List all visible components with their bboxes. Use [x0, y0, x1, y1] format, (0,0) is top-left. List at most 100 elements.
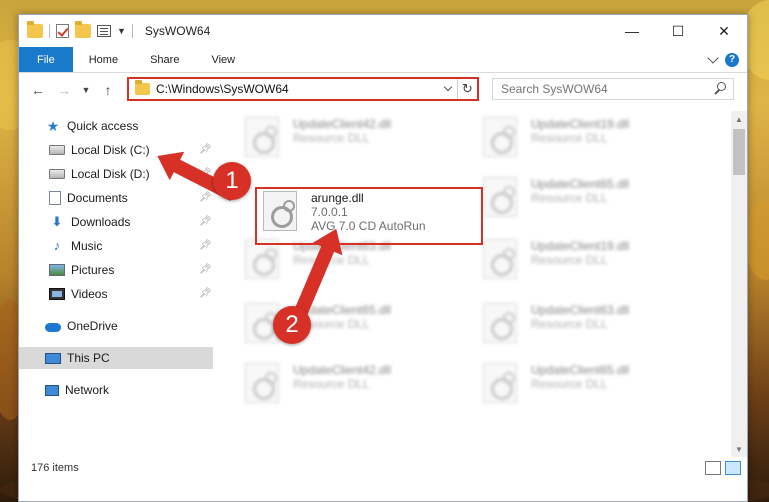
dll-file-icon	[483, 303, 517, 343]
vertical-scrollbar[interactable]: ▲ ▼	[731, 111, 747, 457]
sidebar-item-label: OneDrive	[67, 319, 118, 333]
file-name: UpdateClient42.dll	[293, 117, 392, 131]
toolbar-divider	[49, 24, 50, 38]
address-dropdown-icon[interactable]	[439, 82, 457, 92]
sidebar-item-music[interactable]: ♪ Music 📌︎	[19, 235, 213, 257]
minimize-button[interactable]: —	[609, 15, 655, 47]
dll-file-icon	[245, 363, 279, 403]
dll-file-icon	[483, 363, 517, 403]
explorer-window: ▼ SysWOW64 — ☐ ✕ File Home Share View ? …	[18, 14, 748, 502]
list-item[interactable]: UpdateClient19.dll Resource DLL	[483, 239, 713, 283]
scroll-down-arrow-icon[interactable]: ▼	[731, 441, 747, 457]
sidebar-item-pictures[interactable]: Pictures 📌︎	[19, 259, 213, 281]
back-arrow-icon[interactable]: ←	[27, 79, 49, 101]
step-1-badge: 1	[213, 162, 251, 200]
details-view-icon[interactable]	[705, 461, 721, 475]
sidebar-item-videos[interactable]: Videos 📌︎	[19, 283, 213, 305]
folder-icon[interactable]	[27, 21, 43, 38]
list-item[interactable]: UpdateClient65.dll Resource DLL	[483, 177, 713, 221]
up-arrow-icon[interactable]: ↑	[97, 79, 119, 101]
recent-locations-dropdown-icon[interactable]: ▼	[75, 79, 97, 101]
expand-ribbon-chevron-icon[interactable]	[707, 51, 719, 64]
navigation-row: ← → ▼ ↑ C:\Windows\SysWOW64 ↻	[19, 75, 747, 105]
window-controls: — ☐ ✕	[609, 15, 747, 47]
music-icon: ♪	[53, 238, 61, 253]
tab-view[interactable]: View	[195, 47, 251, 72]
file-type: Resource DLL	[293, 131, 370, 145]
new-folder-icon[interactable]	[75, 21, 91, 38]
network-icon	[45, 384, 59, 396]
sidebar-item-label: Local Disk (C:)	[71, 143, 150, 157]
list-item[interactable]: UpdateClient63.dllResource DLL	[245, 239, 475, 283]
dll-file-icon	[483, 239, 517, 279]
sidebar-item-label: Network	[65, 383, 110, 397]
file-type: Resource DLL	[531, 131, 608, 145]
scroll-up-arrow-icon[interactable]: ▲	[731, 111, 747, 127]
item-count: 176 items	[31, 462, 79, 474]
sidebar-item-this-pc[interactable]: This PC	[19, 347, 213, 369]
computer-icon	[45, 352, 61, 364]
properties-icon[interactable]	[97, 25, 111, 37]
search-box[interactable]	[492, 78, 734, 100]
list-item[interactable]: UpdateClient63.dllResource DLL	[483, 303, 713, 347]
refresh-icon[interactable]: ↻	[457, 79, 477, 99]
sidebar-item-quick-access[interactable]: ★ Quick access	[19, 115, 213, 137]
list-item[interactable]: UpdateClient65.dll Resource DLL	[483, 363, 713, 407]
file-type: Resource DLL	[293, 377, 370, 391]
sidebar-item-label: Local Disk (D:)	[71, 167, 150, 181]
document-icon	[49, 191, 61, 205]
step-2-badge: 2	[273, 306, 311, 344]
file-type: Resource DLL	[531, 191, 608, 205]
ribbon-tabs: File Home Share View ?	[19, 47, 747, 73]
pin-icon[interactable]: 📌︎	[199, 289, 212, 299]
dll-file-icon	[245, 239, 279, 279]
download-icon: ⬇	[51, 214, 63, 229]
videos-icon	[49, 288, 65, 300]
close-button[interactable]: ✕	[701, 15, 747, 47]
sidebar-item-label: This PC	[67, 351, 110, 365]
scroll-thumb[interactable]	[733, 129, 745, 175]
file-name: UpdateClient65.dll	[531, 177, 630, 191]
sidebar-item-label: Pictures	[71, 263, 115, 277]
sidebar-item-label: Videos	[71, 287, 108, 301]
tab-share[interactable]: Share	[134, 47, 195, 72]
list-item[interactable]: UpdateClient42.dll Resource DLL	[245, 117, 475, 161]
address-path[interactable]: C:\Windows\SysWOW64	[156, 82, 439, 96]
sidebar-item-downloads[interactable]: ⬇ Downloads 📌︎	[19, 211, 213, 233]
sidebar-item-documents[interactable]: Documents 📌︎	[19, 187, 213, 209]
tiles-view-icon[interactable]	[725, 461, 741, 475]
disk-icon	[49, 145, 65, 155]
pin-icon[interactable]: 📌︎	[199, 217, 212, 227]
tab-home[interactable]: Home	[73, 47, 134, 72]
search-input[interactable]	[501, 82, 711, 96]
address-bar[interactable]: C:\Windows\SysWOW64 ↻	[127, 77, 479, 101]
pin-icon[interactable]: 📌︎	[199, 145, 212, 155]
list-item[interactable]: UpdateClient42.dll Resource DLL	[245, 363, 475, 407]
customize-toolbar-dropdown-icon[interactable]: ▼	[117, 26, 126, 36]
sidebar-item-label: Downloads	[71, 215, 131, 229]
search-icon[interactable]	[711, 80, 729, 98]
file-name: UpdateClient63.dll	[531, 303, 630, 317]
pictures-icon	[49, 264, 65, 276]
file-type: Resource DLL	[531, 317, 608, 331]
disk-icon	[49, 169, 65, 179]
status-bar: 176 items	[19, 457, 747, 479]
tab-file[interactable]: File	[19, 47, 73, 72]
forward-arrow-icon[interactable]: →	[53, 79, 75, 101]
list-item[interactable]: UpdateClient19.dll Resource DLL	[483, 117, 713, 161]
properties-check-icon[interactable]	[56, 24, 69, 38]
pin-icon[interactable]: 📌︎	[199, 241, 212, 251]
dll-file-icon	[245, 117, 279, 157]
sidebar-item-network[interactable]: Network	[19, 379, 213, 401]
file-name: UpdateClient65.dll	[531, 363, 630, 377]
sidebar-item-onedrive[interactable]: OneDrive	[19, 315, 213, 337]
sidebar-item-local-disk-c[interactable]: Local Disk (C:) 📌︎	[19, 139, 213, 161]
help-icon[interactable]: ?	[725, 52, 739, 67]
sidebar-item-label: Quick access	[67, 119, 139, 133]
star-icon: ★	[46, 118, 60, 134]
sidebar-item-label: Documents	[67, 191, 128, 205]
pin-icon[interactable]: 📌︎	[199, 265, 212, 275]
folder-icon	[135, 80, 150, 95]
maximize-button[interactable]: ☐	[655, 15, 701, 47]
pin-icon[interactable]: 📌︎	[199, 193, 212, 203]
